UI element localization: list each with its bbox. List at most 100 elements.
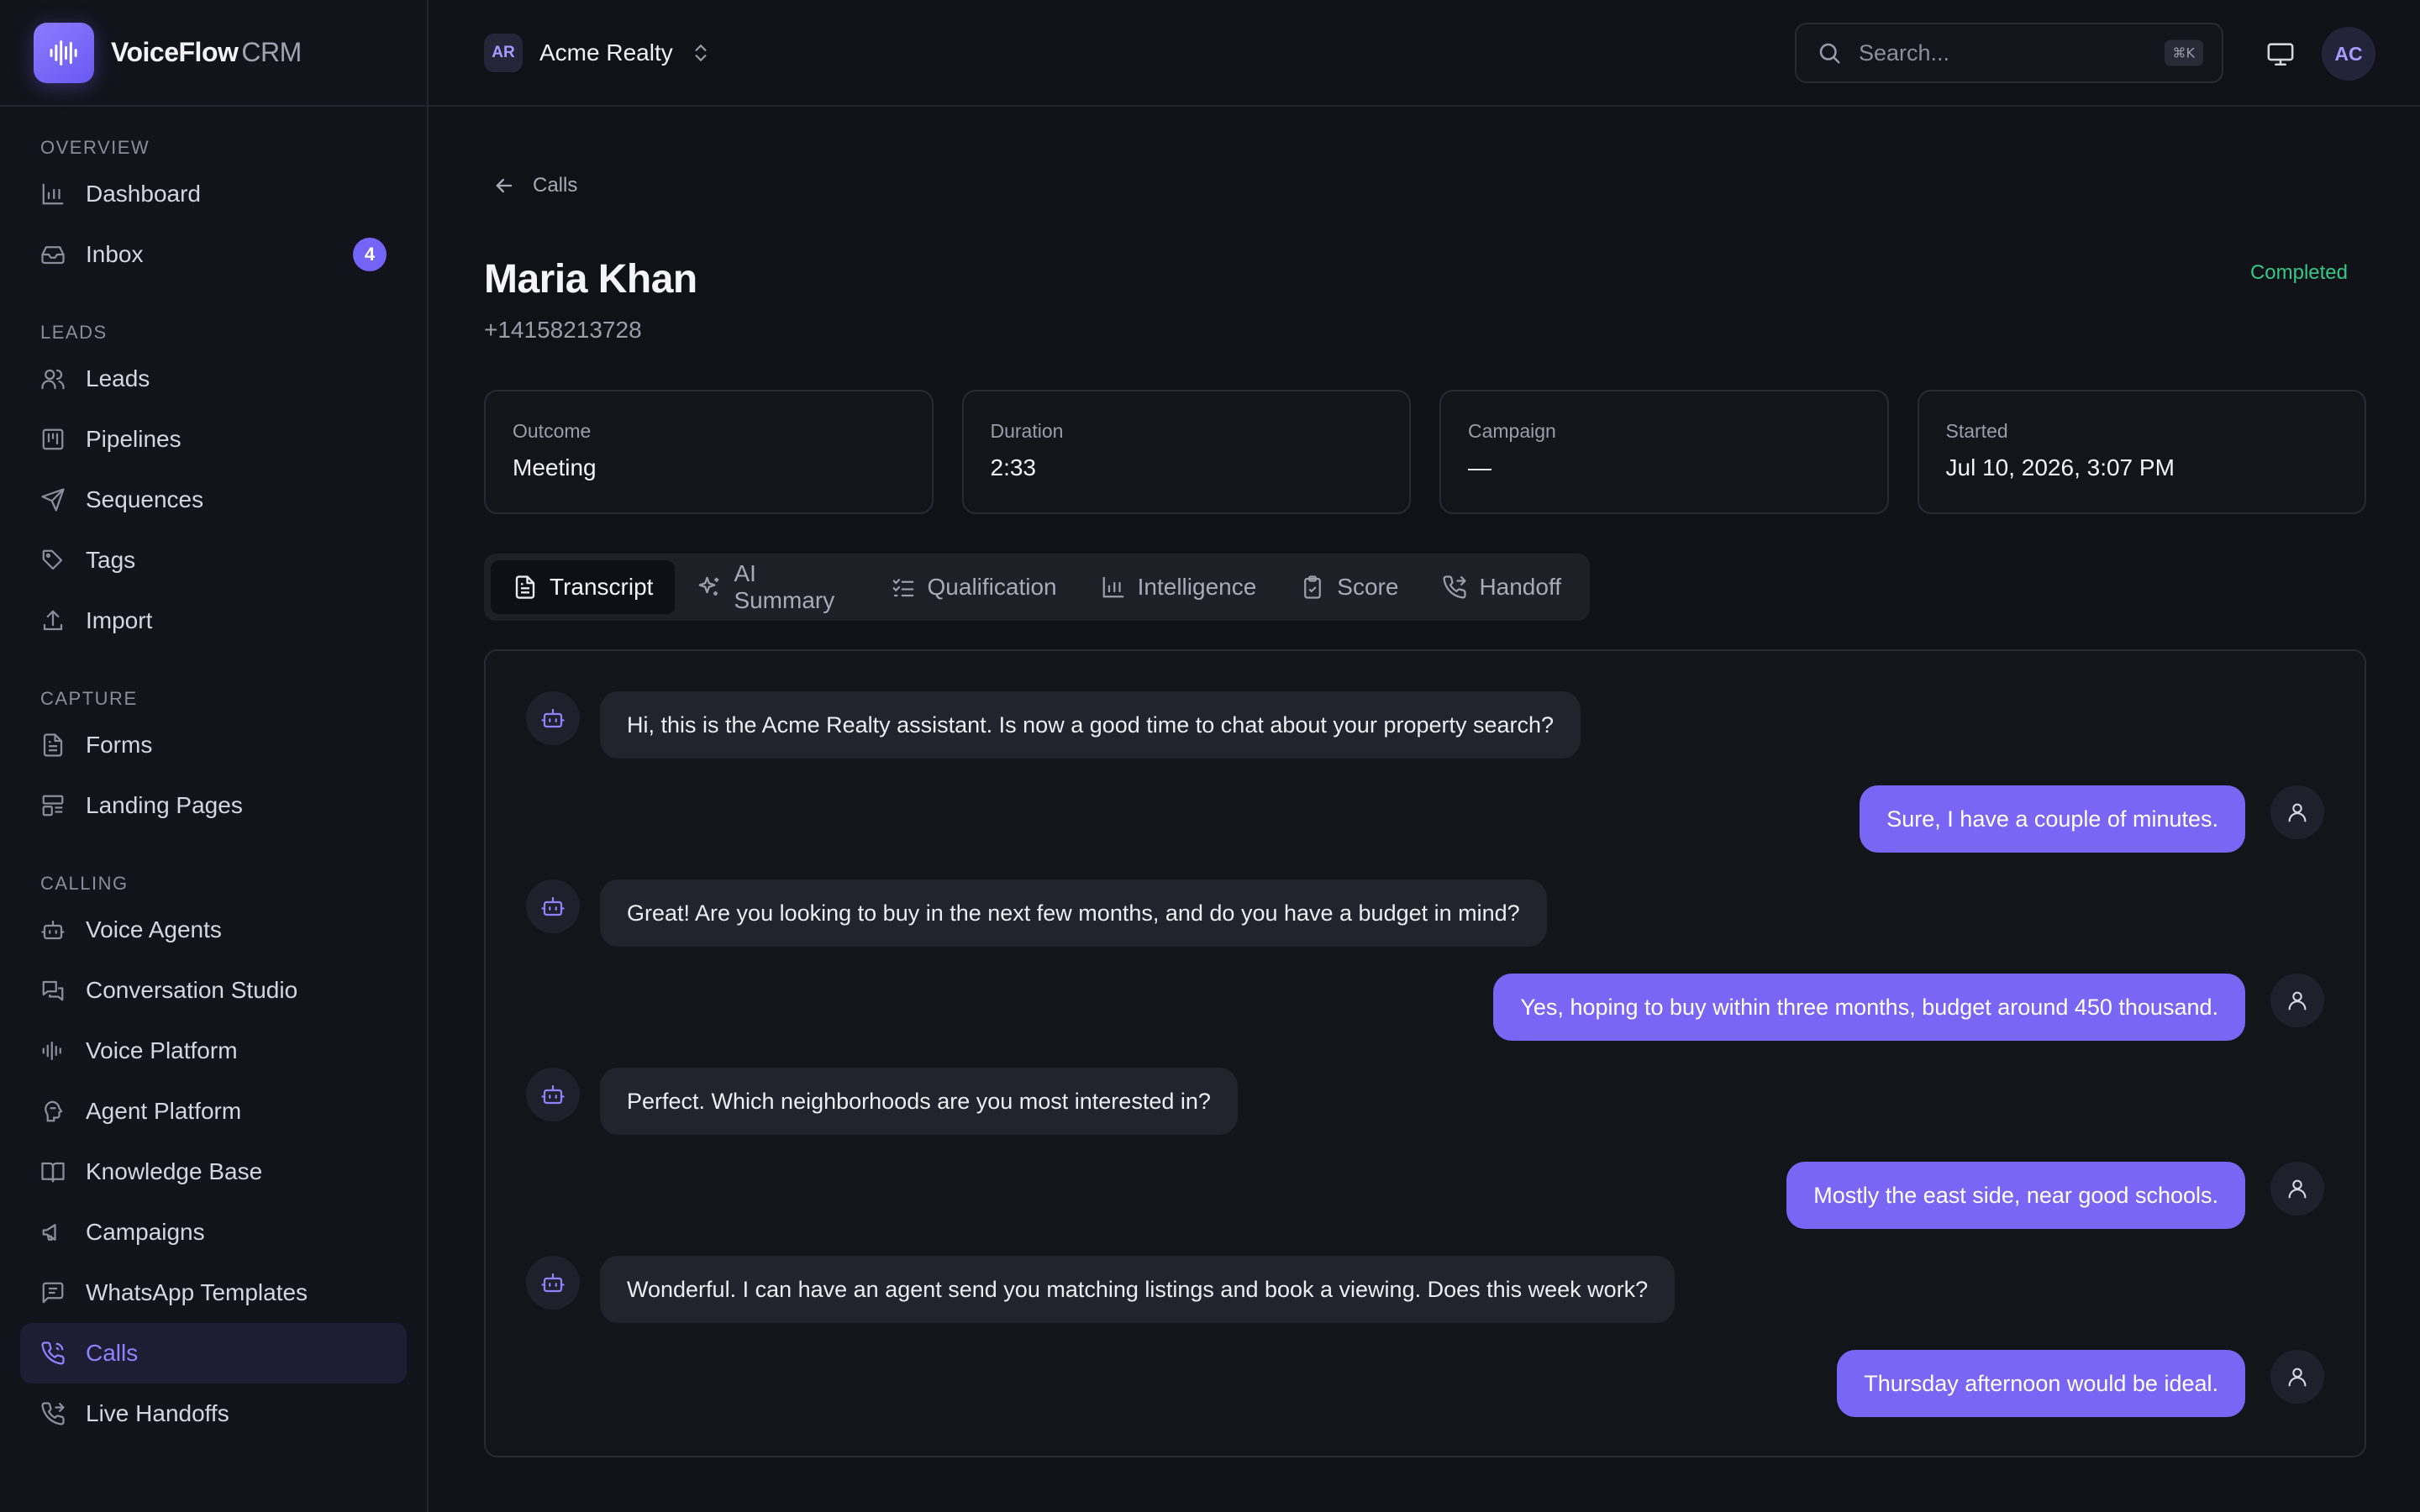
sidebar-item-label: Dashboard	[86, 181, 201, 207]
tab-transcript[interactable]: Transcript	[491, 560, 676, 614]
transcript-message-bot: Perfect. Which neighborhoods are you mos…	[526, 1068, 1238, 1135]
transcript-message-bot: Great! Are you looking to buy in the nex…	[526, 879, 1547, 947]
tab-label: Qualification	[927, 574, 1057, 600]
nav-section-calling: Calling	[40, 873, 129, 894]
org-name: Acme Realty	[539, 39, 673, 66]
user-icon	[2270, 1162, 2324, 1215]
bar-chart-icon	[39, 180, 67, 208]
sidebar-item-label: Agent Platform	[86, 1098, 242, 1124]
org-switcher[interactable]: AR Acme Realty	[484, 33, 712, 72]
clipboard-check-icon	[1300, 575, 1325, 600]
checklist-icon	[891, 575, 916, 600]
bot-icon	[526, 1256, 580, 1310]
phone-forward-icon	[39, 1399, 67, 1428]
sidebar-item-whatsapp-templates[interactable]: WhatsApp Templates	[20, 1263, 407, 1323]
nav-section-leads: Leads	[40, 322, 108, 343]
transcript-message-bot: Wonderful. I can have an agent send you …	[526, 1256, 1676, 1323]
sidebar-item-voice-agents[interactable]: Voice Agents	[20, 900, 407, 960]
message-bubble: Perfect. Which neighborhoods are you mos…	[600, 1068, 1238, 1135]
page-title: Maria Khan	[484, 257, 697, 302]
sidebar-item-sequences[interactable]: Sequences	[20, 470, 407, 530]
topbar: AR Acme Realty Search... ⌘K AC	[429, 0, 2420, 107]
tab-score[interactable]: Score	[1278, 560, 1420, 614]
sidebar-item-campaigns[interactable]: Campaigns	[20, 1202, 407, 1263]
sidebar-item-label: Sequences	[86, 486, 204, 512]
stat-label: Started	[1945, 420, 2008, 442]
document-icon	[513, 575, 538, 600]
stat-card-started: Started Jul 10, 2026, 3:07 PM	[1917, 390, 2366, 514]
kanban-icon	[39, 425, 67, 454]
sidebar-item-voice-platform[interactable]: Voice Platform	[20, 1021, 407, 1081]
sidebar-item-label: Voice Agents	[86, 916, 222, 942]
bot-icon	[39, 916, 67, 944]
brand[interactable]: VoiceFlow CRM	[0, 0, 427, 107]
tab-label: Handoff	[1479, 574, 1561, 600]
search-icon	[1817, 40, 1842, 66]
tab-intelligence[interactable]: Intelligence	[1079, 560, 1279, 614]
transcript-message-user: Thursday afternoon would be ideal.	[1837, 1350, 2324, 1417]
bot-icon	[526, 691, 580, 745]
stat-card-duration: Duration 2:33	[961, 390, 1411, 514]
sidebar-item-import[interactable]: Import	[20, 591, 407, 651]
chat-icon	[39, 976, 67, 1005]
waveform-logo-icon	[34, 22, 94, 83]
user-icon	[2270, 974, 2324, 1027]
tab-label: Intelligence	[1137, 574, 1257, 600]
phone-icon	[39, 1339, 67, 1368]
sidebar-item-knowledge-base[interactable]: Knowledge Base	[20, 1142, 407, 1202]
transcript-message-user: Sure, I have a couple of minutes.	[1860, 785, 2324, 853]
org-avatar: AR	[484, 33, 523, 72]
back-to-calls-link[interactable]: Calls	[492, 174, 577, 197]
nav-section-capture: Capture	[40, 688, 138, 709]
megaphone-icon	[39, 1218, 67, 1247]
status-badge: Completed	[2249, 261, 2348, 284]
sidebar-item-inbox[interactable]: Inbox 4	[20, 224, 407, 285]
tab-handoff[interactable]: Handoff	[1420, 560, 1583, 614]
sparkles-icon	[697, 575, 722, 600]
phone-forward-icon	[1442, 575, 1467, 600]
tab-qualification[interactable]: Qualification	[869, 560, 1079, 614]
stat-value: 2:33	[990, 454, 1037, 480]
message-bubble: Hi, this is the Acme Realty assistant. I…	[600, 691, 1581, 759]
stat-value: Meeting	[513, 454, 597, 480]
brand-suffix: CRM	[241, 37, 302, 67]
sidebar-item-label: Conversation Studio	[86, 977, 298, 1003]
sidebar-item-leads[interactable]: Leads	[20, 349, 407, 409]
message-bubble: Wonderful. I can have an agent send you …	[600, 1256, 1676, 1323]
message-bubble: Thursday afternoon would be ideal.	[1837, 1350, 2245, 1417]
monitor-icon[interactable]	[2266, 39, 2295, 68]
user-avatar[interactable]: AC	[2322, 27, 2375, 81]
sidebar-item-conversation-studio[interactable]: Conversation Studio	[20, 960, 407, 1021]
sidebar-item-live-handoffs[interactable]: Live Handoffs	[20, 1383, 407, 1444]
layout-icon	[39, 791, 67, 820]
message-bubble: Great! Are you looking to buy in the nex…	[600, 879, 1547, 947]
tab-label: Transcript	[550, 574, 654, 600]
file-text-icon	[39, 731, 67, 759]
tab-label: Score	[1337, 574, 1399, 600]
message-bubble: Sure, I have a couple of minutes.	[1860, 785, 2245, 853]
message-bubble: Yes, hoping to buy within three months, …	[1493, 974, 2245, 1041]
sidebar-item-calls[interactable]: Calls	[20, 1323, 407, 1383]
sidebar-item-label: Leads	[86, 365, 150, 391]
sidebar-item-label: Landing Pages	[86, 792, 243, 818]
arrow-left-icon	[492, 174, 516, 197]
sidebar-item-label: Campaigns	[86, 1219, 205, 1245]
sidebar-item-agent-platform[interactable]: Agent Platform	[20, 1081, 407, 1142]
sidebar-item-forms[interactable]: Forms	[20, 715, 407, 775]
sidebar-nav: Overview Dashboard Inbox 4 Leads Leads P…	[0, 107, 427, 1444]
sidebar-item-dashboard[interactable]: Dashboard	[20, 164, 407, 224]
tab-label: AI Summary	[734, 560, 835, 613]
contact-phone: +14158213728	[484, 317, 642, 343]
sidebar-item-label: Calls	[86, 1340, 139, 1366]
call-stats: Outcome Meeting Duration 2:33 Campaign —…	[484, 390, 2366, 514]
sidebar-item-landing-pages[interactable]: Landing Pages	[20, 775, 407, 836]
search-shortcut: ⌘K	[2164, 39, 2203, 66]
sidebar-item-tags[interactable]: Tags	[20, 530, 407, 591]
sidebar-item-pipelines[interactable]: Pipelines	[20, 409, 407, 470]
stat-value: Jul 10, 2026, 3:07 PM	[1945, 454, 2175, 480]
stat-card-campaign: Campaign —	[1439, 390, 1889, 514]
sidebar-item-label: Knowledge Base	[86, 1158, 263, 1184]
search-input[interactable]: Search... ⌘K	[1795, 23, 2223, 83]
tab-ai-summary[interactable]: AI Summary	[675, 560, 868, 614]
user-icon	[2270, 1350, 2324, 1404]
